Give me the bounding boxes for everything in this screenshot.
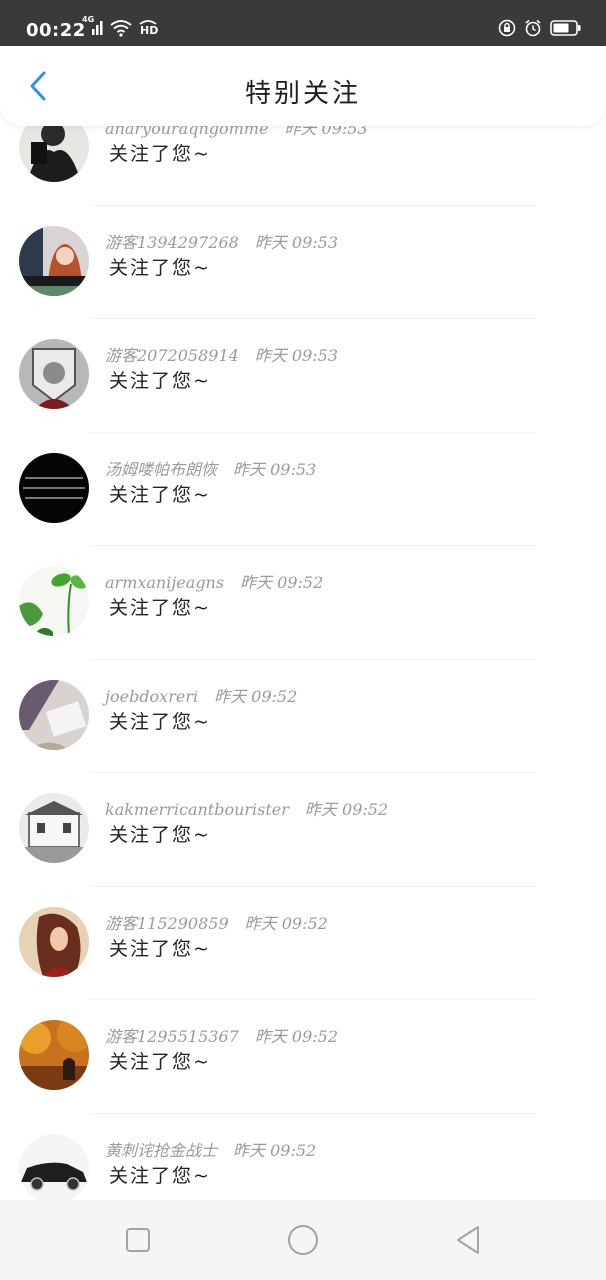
list-item[interactable]: 游客115290859 昨天 09:52 关注了您~ <box>0 887 606 1000</box>
item-meta: 汤姆喽帕布朗恢 昨天 09:53 <box>105 456 316 480</box>
follow-list: anaryouraqngomme 昨天 09:53 关注了您~ 游客1394297… <box>0 126 606 1200</box>
user-name: kakmerricantbourister <box>105 800 289 819</box>
avatar[interactable] <box>19 566 89 636</box>
user-name: joebdoxreri <box>105 686 199 706</box>
back-triangle-icon <box>454 1224 482 1260</box>
list-item[interactable]: joebdoxreri 昨天 09:52 关注了您~ <box>0 660 606 773</box>
item-message: 关注了您~ <box>109 256 211 279</box>
recents-square-icon <box>124 1226 152 1258</box>
timestamp: 昨天 09:52 <box>254 1027 339 1046</box>
item-message: 关注了您~ <box>109 370 211 392</box>
header: 特别关注 <box>0 46 606 126</box>
timestamp: 昨天 09:52 <box>214 686 298 706</box>
list-item[interactable]: armxanijeagns 昨天 09:52 关注了您~ <box>0 546 606 660</box>
item-message: 关注了您~ <box>109 597 211 619</box>
item-meta: joebdoxreri 昨天 09:52 <box>105 683 297 707</box>
user-name: 游客1295515367 <box>105 1027 239 1046</box>
status-bar: 00:22 4G HD <box>0 0 606 46</box>
item-message: 关注了您~ <box>109 483 211 506</box>
lock-rotation-icon <box>498 19 516 37</box>
list-item[interactable]: 游客1394297268 昨天 09:53 关注了您~ <box>0 206 606 319</box>
user-name: 黄刺诧抢金战士 <box>105 1140 218 1160</box>
user-name: 汤姆喽帕布朗恢 <box>105 459 218 479</box>
item-meta: 黄刺诧抢金战士 昨天 09:52 <box>105 1137 316 1161</box>
item-message: 关注了您~ <box>109 937 211 960</box>
timestamp: 昨天 09:52 <box>240 573 324 592</box>
user-name: armxanijeagns <box>105 573 225 592</box>
timestamp: 昨天 09:52 <box>304 800 389 819</box>
item-meta: 游客115290859 昨天 09:52 <box>105 910 328 934</box>
timestamp: 昨天 09:53 <box>284 126 368 138</box>
recents-button[interactable] <box>118 1222 158 1262</box>
system-nav-bar <box>0 1200 606 1280</box>
signal-icon: 4G <box>82 15 104 37</box>
timestamp: 昨天 09:53 <box>233 459 317 479</box>
item-meta: anaryouraqngomme 昨天 09:53 <box>105 126 368 139</box>
list-item[interactable]: 汤姆喽帕布朗恢 昨天 09:53 关注了您~ <box>0 433 606 546</box>
back-nav-button[interactable] <box>448 1222 488 1262</box>
avatar[interactable] <box>19 126 89 182</box>
network-type: 4G <box>82 15 95 24</box>
list-item[interactable]: 游客2072058914 昨天 09:53 关注了您~ <box>0 319 606 433</box>
wifi-icon <box>110 19 132 37</box>
avatar[interactable] <box>19 339 89 409</box>
user-name: 游客1394297268 <box>105 232 239 252</box>
list-item[interactable]: 游客1295515367 昨天 09:52 关注了您~ <box>0 1000 606 1114</box>
list-item[interactable]: 黄刺诧抢金战士 昨天 09:52 关注了您~ <box>0 1114 606 1200</box>
avatar[interactable] <box>19 452 89 523</box>
status-time: 00:22 <box>26 20 86 41</box>
avatar[interactable] <box>19 1020 89 1090</box>
alarm-icon <box>524 19 542 37</box>
item-meta: 游客1394297268 昨天 09:53 <box>105 229 338 253</box>
avatar[interactable] <box>19 1133 89 1200</box>
item-meta: 游客2072058914 昨天 09:53 <box>105 342 338 366</box>
item-message: 关注了您~ <box>109 1051 211 1073</box>
item-message: 关注了您~ <box>109 1164 211 1187</box>
page-title: 特别关注 <box>244 79 361 109</box>
hd-icon: HD <box>138 19 158 37</box>
avatar[interactable] <box>19 906 89 977</box>
home-button[interactable] <box>283 1222 323 1262</box>
list-item[interactable]: anaryouraqngomme 昨天 09:53 关注了您~ <box>0 126 606 206</box>
timestamp: 昨天 09:52 <box>233 1140 317 1160</box>
item-message: 关注了您~ <box>109 710 211 733</box>
user-name: 游客115290859 <box>105 913 229 933</box>
user-name: anaryouraqngomme <box>105 126 269 138</box>
timestamp: 昨天 09:53 <box>254 232 339 252</box>
list-item[interactable]: kakmerricantbourister 昨天 09:52 关注了您~ <box>0 773 606 887</box>
item-message: 关注了您~ <box>109 143 211 165</box>
item-meta: 游客1295515367 昨天 09:52 <box>105 1023 338 1047</box>
timestamp: 昨天 09:52 <box>244 913 328 933</box>
item-meta: armxanijeagns 昨天 09:52 <box>105 569 323 593</box>
battery-icon <box>550 19 582 37</box>
user-name: 游客2072058914 <box>105 346 239 365</box>
item-message: 关注了您~ <box>109 824 211 846</box>
avatar[interactable] <box>19 679 89 750</box>
home-circle-icon <box>287 1224 319 1260</box>
item-meta: kakmerricantbourister 昨天 09:52 <box>105 796 388 820</box>
avatar[interactable] <box>19 225 89 296</box>
timestamp: 昨天 09:53 <box>254 346 339 365</box>
avatar[interactable] <box>19 793 89 863</box>
